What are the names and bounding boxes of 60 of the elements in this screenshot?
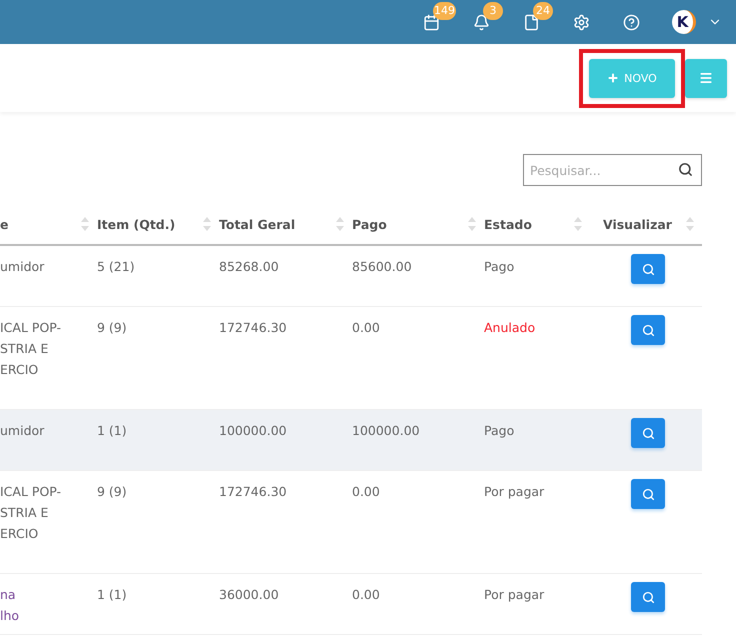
menu-button[interactable] xyxy=(685,58,727,98)
search-icon xyxy=(642,324,654,336)
client-name: ERCIO xyxy=(0,361,40,379)
client-name: STRIA E xyxy=(0,340,50,358)
column-header[interactable]: Pago xyxy=(352,216,387,232)
client-name: ICAL POP- xyxy=(0,483,62,501)
column-header[interactable]: e xyxy=(0,216,8,232)
status-text: Por pagar xyxy=(484,586,546,604)
search-icon xyxy=(642,426,654,440)
item-count: 9 (9) xyxy=(97,319,128,337)
client-name: ICAL POP- xyxy=(0,319,62,337)
search-icon[interactable] xyxy=(678,162,693,177)
view-button[interactable] xyxy=(631,315,665,345)
client-name: ERCIO xyxy=(0,525,40,543)
paid-amount: 0.00 xyxy=(352,319,381,337)
column-header[interactable]: Total Geral xyxy=(219,216,296,232)
plus-icon xyxy=(607,72,620,84)
item-count: 9 (9) xyxy=(97,483,128,501)
total-amount: 172746.30 xyxy=(219,319,288,337)
count-badge: 3 xyxy=(483,2,503,20)
view-button[interactable] xyxy=(631,479,665,509)
settings-icon[interactable] xyxy=(572,14,590,30)
help-icon[interactable] xyxy=(622,14,640,30)
user-avatar[interactable]: K xyxy=(672,10,696,34)
total-amount: 172746.30 xyxy=(219,483,288,501)
total-amount: 36000.00 xyxy=(219,586,280,604)
search-icon xyxy=(642,488,654,500)
status-text: Pago xyxy=(484,422,516,440)
count-badge: 24 xyxy=(533,2,553,20)
view-button[interactable] xyxy=(631,254,665,284)
status-text: Anulado xyxy=(484,319,536,337)
client-name: STRIA E xyxy=(0,504,50,522)
client-name: umidor xyxy=(0,258,46,276)
view-button[interactable] xyxy=(631,582,665,612)
paid-amount: 0.00 xyxy=(352,483,381,501)
search-icon xyxy=(642,590,654,604)
column-header[interactable]: Estado xyxy=(484,216,532,232)
item-count: 5 (21) xyxy=(97,258,136,276)
menu-icon xyxy=(699,71,713,85)
item-count: 1 (1) xyxy=(97,586,128,604)
search-field[interactable]: Pesquisar... xyxy=(523,154,702,186)
column-header[interactable]: Visualizar xyxy=(603,216,672,232)
view-button[interactable] xyxy=(631,418,665,448)
total-amount: 85268.00 xyxy=(219,258,280,276)
status-text: Pago xyxy=(484,258,516,276)
client-name: umidor xyxy=(0,422,46,440)
total-amount: 100000.00 xyxy=(219,422,288,440)
document-icon[interactable] xyxy=(522,14,540,30)
item-count: 1 (1) xyxy=(97,422,128,440)
bell-icon[interactable] xyxy=(472,14,490,30)
calendar-icon[interactable] xyxy=(422,14,440,30)
client-link[interactable]: na xyxy=(0,584,97,605)
paid-amount: 0.00 xyxy=(352,586,381,604)
status-text: Por pagar xyxy=(484,483,546,501)
search-icon xyxy=(642,262,654,276)
paid-amount: 85600.00 xyxy=(352,258,413,276)
column-header[interactable]: Item (Qtd.) xyxy=(97,216,176,232)
paid-amount: 100000.00 xyxy=(352,422,421,440)
client-link[interactable]: lho xyxy=(0,605,97,626)
count-badge: 149 xyxy=(433,2,456,20)
